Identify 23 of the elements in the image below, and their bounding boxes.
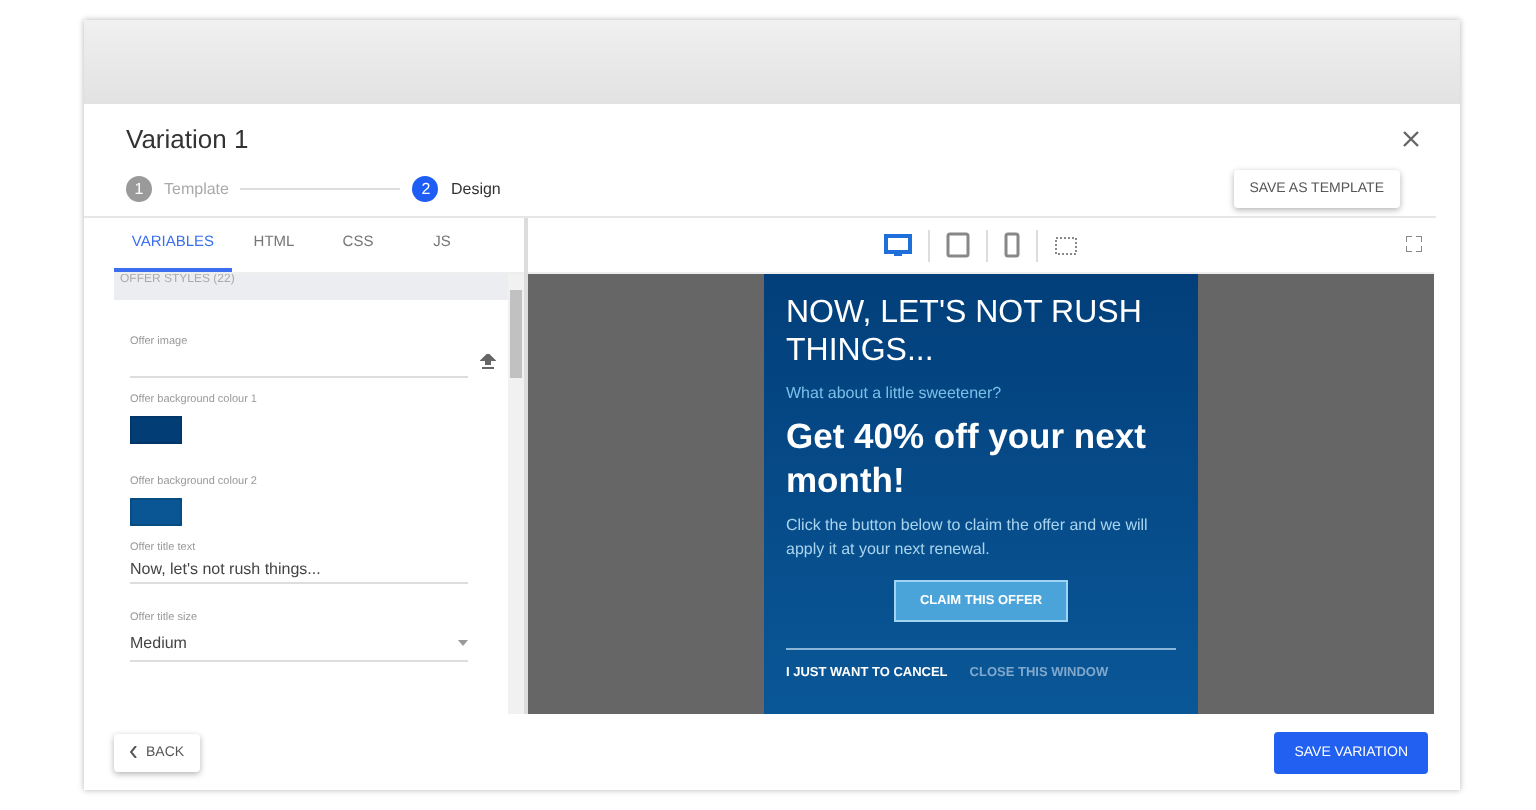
preview-headline: Get 40% off your next month! (786, 414, 1148, 502)
dialog-title: Variation 1 (126, 124, 249, 154)
desktop-icon (884, 233, 912, 257)
close-icon[interactable] (1402, 130, 1420, 148)
phone-icon (1004, 232, 1020, 258)
preview-body: Click the button below to claim the offer and we will apply it at your next renewal. (786, 514, 1150, 562)
fullscreen-icon[interactable] (1406, 236, 1422, 252)
step-label: Template (164, 180, 229, 198)
preview-title: NOW, LET'S NOT RUSH THINGS... (786, 294, 1144, 370)
step-number: 2 (412, 176, 439, 202)
scrollbar[interactable] (508, 274, 524, 714)
text-field[interactable]: Now, let's not rush things... (130, 554, 468, 584)
preview-subtitle: What about a little sweetener? (786, 384, 1004, 402)
colour-swatch[interactable] (130, 498, 182, 526)
colour-swatch[interactable] (130, 416, 182, 444)
tablet-icon (946, 232, 970, 258)
step-number: 1 (126, 176, 152, 202)
upload-icon[interactable] (480, 354, 496, 370)
select-field[interactable]: Medium (130, 624, 468, 662)
dotted-frame-icon (1054, 235, 1078, 255)
step-label: Design (450, 180, 501, 198)
caret-icon (458, 639, 468, 645)
chevron-left-icon (130, 746, 138, 758)
